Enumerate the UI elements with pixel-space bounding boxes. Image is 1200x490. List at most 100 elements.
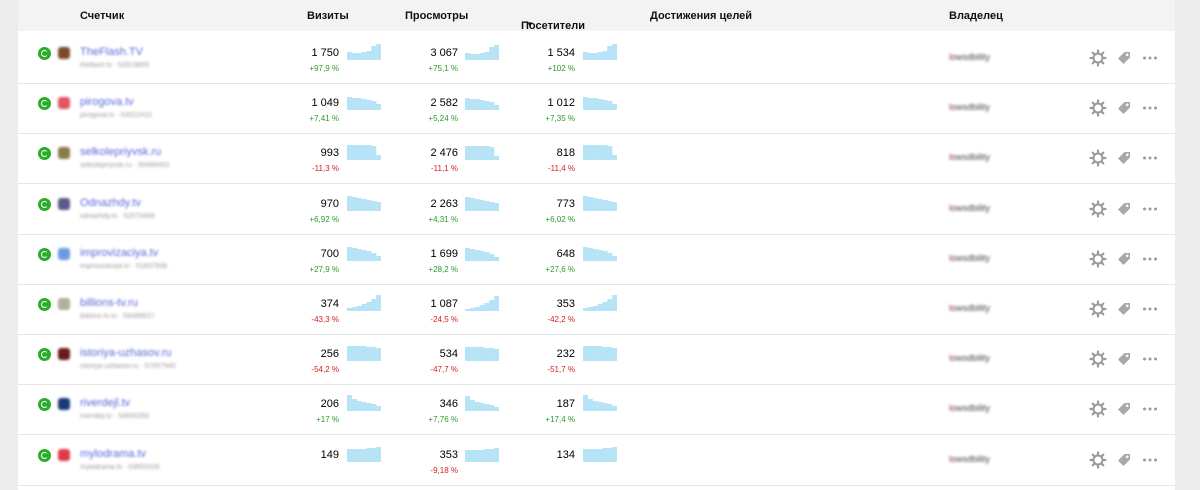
views-change: +5,24 %	[428, 114, 458, 124]
column-header-owner[interactable]: Владелец	[949, 10, 1003, 22]
tag-icon[interactable]	[1115, 250, 1133, 268]
visits-sparkline	[347, 195, 381, 211]
column-header-goals[interactable]: Достижения целей	[650, 10, 752, 22]
gear-icon[interactable]	[1089, 300, 1107, 318]
more-icon[interactable]	[1141, 49, 1159, 67]
counter-name-link[interactable]: mylodrama.tv	[80, 448, 146, 460]
more-icon[interactable]	[1141, 250, 1159, 268]
counter-name-link[interactable]: billions-tv.ru	[80, 297, 138, 309]
visits-change: +17 %	[316, 415, 339, 425]
sparkline-bar	[361, 99, 367, 111]
sparkline-bar	[587, 145, 593, 161]
counter-name-link[interactable]: Odnazhdy.tv	[80, 197, 141, 209]
table-row: improvizaciya.tv improvizaciya.tv · 5183…	[18, 234, 1175, 285]
gear-icon[interactable]	[1089, 350, 1107, 368]
tag-icon[interactable]	[1115, 451, 1133, 469]
sparkline-bar	[371, 146, 377, 161]
views-sparkline	[465, 146, 499, 161]
sparkline-bar	[607, 404, 613, 412]
sparkline-bar	[469, 308, 475, 311]
gear-icon[interactable]	[1089, 49, 1107, 67]
sparkline-bar	[489, 253, 495, 261]
sparkline-bar	[371, 404, 377, 412]
views-value: 353	[439, 448, 458, 461]
gear-icon[interactable]	[1089, 199, 1107, 218]
more-icon[interactable]	[1141, 99, 1159, 117]
sparkline-bar	[479, 403, 485, 412]
sparkline-bar	[361, 52, 367, 60]
sparkline-bar	[597, 99, 603, 111]
sparkline-bar	[612, 446, 617, 462]
sparkline-bar	[361, 346, 367, 362]
counter-name-link[interactable]: riverdejl.tv	[80, 397, 130, 409]
tag-icon[interactable]	[1115, 350, 1133, 368]
sparkline-bar	[597, 304, 603, 311]
sparkline-bar	[474, 54, 480, 60]
sparkline-bar	[489, 102, 495, 111]
gear-icon[interactable]	[1089, 450, 1107, 469]
sparkline-bar	[597, 249, 603, 261]
sparkline-bar	[371, 447, 377, 462]
column-header-visits[interactable]: Визиты	[307, 10, 349, 22]
sparkline-bar	[351, 307, 357, 311]
more-icon[interactable]	[1141, 350, 1159, 368]
tag-icon[interactable]	[1115, 300, 1133, 318]
site-favicon	[58, 398, 70, 411]
views-change: -47,7 %	[430, 365, 458, 375]
sparkline-bar	[366, 250, 372, 261]
owner-name: lowsdbility	[949, 252, 991, 263]
column-header-counter[interactable]: Счетчик	[80, 10, 124, 22]
more-icon[interactable]	[1141, 451, 1159, 469]
sparkline-bar	[356, 197, 362, 211]
gear-icon[interactable]	[1089, 99, 1107, 117]
gear-icon[interactable]	[1089, 250, 1107, 268]
visitors-change: -42,2 %	[547, 315, 575, 324]
owner-name: lowsdbility	[949, 102, 991, 113]
tag-icon[interactable]	[1115, 49, 1133, 67]
gear-icon[interactable]	[1089, 400, 1107, 418]
sparkline-bar	[583, 145, 589, 161]
views-change: +4,31 %	[428, 214, 458, 224]
sparkline-bar	[489, 47, 495, 60]
column-header-views[interactable]: Просмотры	[405, 10, 468, 22]
sparkline-bar	[356, 53, 362, 60]
tag-icon[interactable]	[1115, 400, 1133, 418]
gear-icon[interactable]	[1089, 149, 1107, 167]
tag-icon[interactable]	[1115, 99, 1133, 117]
sparkline-bar	[366, 302, 372, 311]
site-favicon	[58, 298, 70, 310]
site-favicon	[58, 47, 70, 59]
counter-name-link[interactable]: selkolepriyvsk.ru	[80, 146, 161, 158]
sparkline-bar	[592, 401, 598, 412]
sparkline-bar	[356, 306, 362, 311]
sparkline-bar	[587, 53, 593, 60]
sparkline-bar	[361, 249, 367, 261]
sparkline-bar	[587, 448, 593, 462]
sparkline-bar	[494, 447, 499, 462]
sparkline-bar	[592, 197, 598, 211]
sparkline-bar	[583, 195, 589, 211]
sparkline-bar	[484, 448, 490, 462]
sparkline-bar	[469, 99, 475, 111]
table-row: mylodrama.tv mylodrama.tv · 53853329 149…	[18, 435, 1175, 486]
visitors-sparkline	[583, 446, 617, 462]
tag-icon[interactable]	[1115, 149, 1133, 167]
more-icon[interactable]	[1141, 149, 1159, 167]
more-icon[interactable]	[1141, 300, 1159, 318]
tag-icon[interactable]	[1115, 200, 1133, 218]
visitors-sparkline	[583, 246, 617, 261]
sparkline-bar	[465, 309, 471, 311]
counter-name-link[interactable]: improvizaciya.tv	[80, 247, 158, 259]
more-icon[interactable]	[1141, 200, 1159, 218]
more-icon[interactable]	[1141, 400, 1159, 418]
visitors-sparkline	[583, 97, 617, 111]
visits-change: -54,2 %	[311, 365, 339, 375]
counter-name-link[interactable]: istoriya-uzhasov.ru	[80, 347, 172, 359]
counter-name-link[interactable]: TheFlash.TV	[80, 46, 143, 58]
sparkline-bar	[484, 404, 490, 412]
visits-value: 1 750	[311, 47, 339, 59]
visitors-sparkline	[583, 145, 617, 161]
counter-name-link[interactable]: pirogova.tv	[80, 96, 134, 108]
sparkline-bar	[356, 98, 362, 111]
sparkline-bar	[356, 145, 362, 161]
